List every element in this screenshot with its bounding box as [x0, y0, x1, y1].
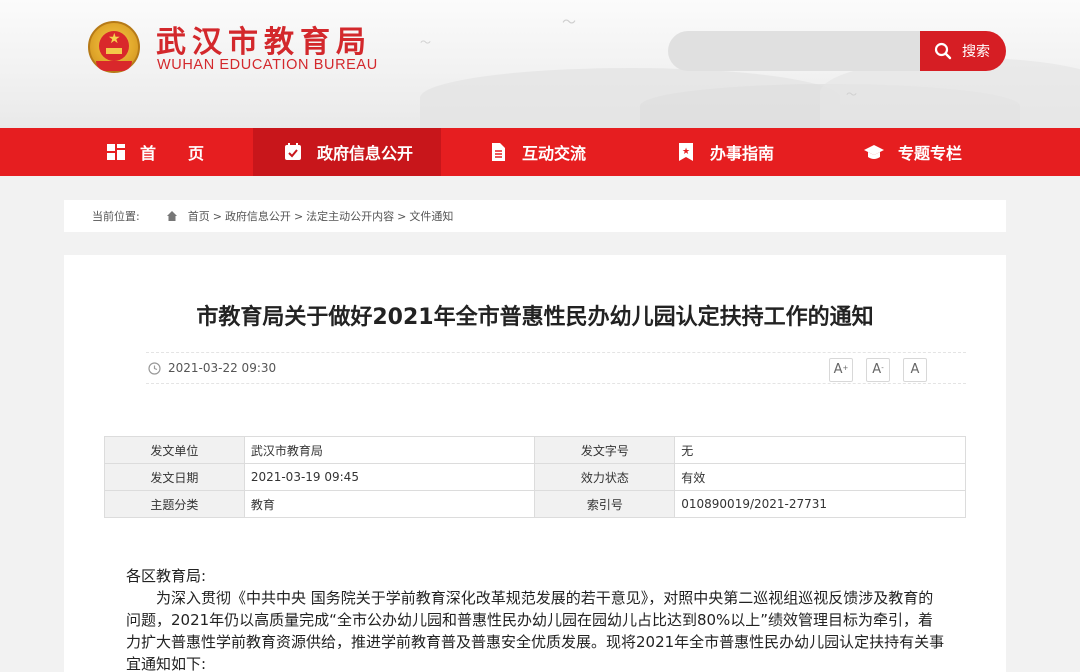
- document-info-table: 发文单位 武汉市教育局 发文字号 无 发文日期 2021-03-19 09:45…: [104, 436, 966, 518]
- page-title: 市教育局关于做好2021年全市普惠性民办幼儿园认定扶持工作的通知: [196, 305, 874, 330]
- table-row: 主题分类 教育 索引号 010890019/2021-27731: [104, 490, 966, 518]
- nav-label: 办事指南: [710, 144, 775, 163]
- breadcrumb-gov-info[interactable]: 政府信息公开: [225, 208, 291, 224]
- calendar-check-icon: [285, 143, 301, 160]
- info-label: 主题分类: [104, 490, 245, 518]
- table-row: 发文单位 武汉市教育局 发文字号 无: [104, 436, 966, 464]
- breadcrumb-separator: >: [212, 209, 222, 223]
- national-emblem-logo[interactable]: ★: [88, 21, 140, 73]
- info-label: 发文日期: [104, 463, 245, 491]
- svg-text:★: ★: [682, 147, 690, 157]
- bird-decoration: 〜: [562, 15, 576, 31]
- info-value: 有效: [674, 463, 966, 491]
- info-value: 教育: [243, 490, 536, 518]
- site-subtitle-en: WUHAN EDUCATION BUREAU: [157, 57, 378, 73]
- search-icon: [934, 42, 952, 60]
- publish-date: 2021-03-22 09:30: [168, 361, 277, 375]
- breadcrumb-statutory[interactable]: 法定主动公开内容: [306, 208, 394, 224]
- breadcrumb-home[interactable]: 首页: [188, 208, 210, 224]
- home-icon: [166, 211, 177, 221]
- font-decrease-button[interactable]: A-: [866, 358, 890, 382]
- breadcrumb-lead: 当前位置:: [92, 210, 140, 223]
- nav-item-guide[interactable]: ★ 办事指南: [676, 128, 816, 176]
- article-panel: 市教育局关于做好2021年全市普惠性民办幼儿园认定扶持工作的通知 2021-03…: [64, 255, 1006, 672]
- article-meta-bar: 2021-03-22 09:30 A+ A- A: [146, 352, 966, 384]
- search-button[interactable]: 搜索: [920, 31, 1006, 71]
- graduation-cap-icon: [864, 145, 884, 159]
- nav-label: 首 页: [140, 144, 205, 163]
- nav-label: 专题专栏: [898, 144, 963, 163]
- info-label: 发文单位: [104, 436, 245, 464]
- info-value: 武汉市教育局: [243, 436, 536, 464]
- info-value: 010890019/2021-27731: [674, 490, 966, 518]
- nav-label: 互动交流: [522, 144, 587, 163]
- info-label: 效力状态: [534, 463, 676, 491]
- salutation: 各区教育局:: [126, 567, 207, 585]
- search-input[interactable]: [668, 31, 922, 71]
- info-value: 2021-03-19 09:45: [243, 463, 536, 491]
- bookmark-star-icon: ★: [679, 143, 693, 161]
- breadcrumb-separator: >: [293, 209, 304, 223]
- info-label: 索引号: [534, 490, 676, 518]
- search-button-label: 搜索: [962, 44, 990, 60]
- table-row: 发文日期 2021-03-19 09:45 效力状态 有效: [104, 463, 966, 491]
- nav-label: 政府信息公开: [317, 144, 414, 163]
- clock-icon: [148, 362, 161, 375]
- bird-decoration: 〜: [420, 36, 431, 49]
- font-increase-button[interactable]: A+: [829, 358, 853, 382]
- nav-item-topics[interactable]: 专题专栏: [864, 128, 1004, 176]
- breadcrumb-notices[interactable]: 文件通知: [409, 208, 453, 224]
- nav-item-home[interactable]: 首 页: [106, 128, 246, 176]
- body-paragraph: 为深入贯彻《中共中央 国务院关于学前教育深化改革规范发展的若干意见》，对照中央第…: [126, 589, 945, 672]
- info-label: 发文字号: [534, 436, 676, 464]
- info-value: 无: [674, 436, 966, 464]
- font-reset-button[interactable]: A: [903, 358, 927, 382]
- article-body: 各区教育局: 为深入贯彻《中共中央 国务院关于学前教育深化改革规范发展的若干意见…: [126, 565, 946, 672]
- nav-item-interaction[interactable]: 互动交流: [488, 128, 628, 176]
- breadcrumb-separator: >: [397, 209, 407, 223]
- site-title[interactable]: 武汉市教育局: [156, 17, 372, 61]
- document-icon: [492, 143, 505, 161]
- breadcrumb: 当前位置: 首页 > 政府信息公开 > 法定主动公开内容 > 文件通知: [64, 200, 1006, 232]
- main-nav: 首 页 政府信息公开 互动交流 ★ 办事指南 专题专栏: [0, 128, 1080, 176]
- home-grid-icon: [107, 144, 125, 160]
- site-header: 〜 〜 〜 ★ 武汉市教育局 WUHAN EDUCATION BUREAU 搜索: [0, 0, 1080, 128]
- bird-decoration: 〜: [846, 88, 857, 101]
- nav-item-gov-info[interactable]: 政府信息公开: [253, 128, 441, 176]
